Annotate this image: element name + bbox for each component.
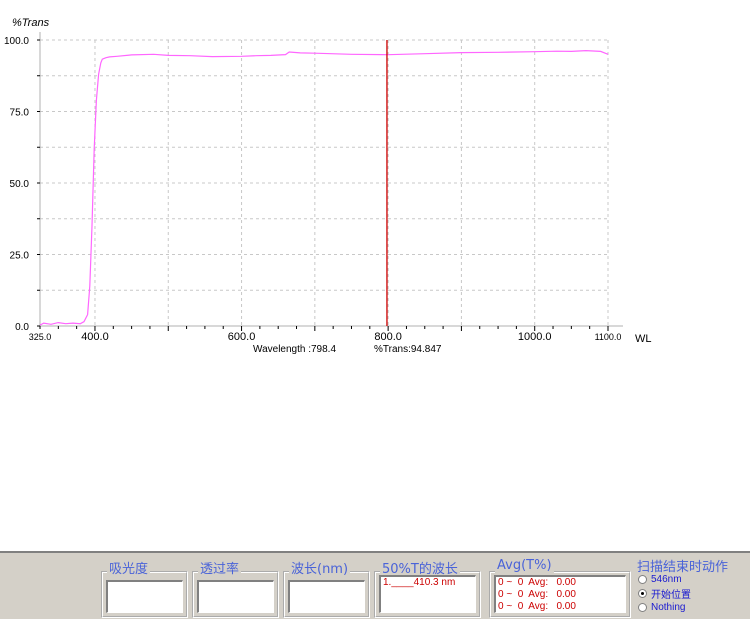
- y-tick-label: 100.0: [4, 36, 29, 47]
- avg-row: 0 ~ 0 Avg: 0.00: [498, 601, 576, 612]
- y-tick-label: 0.0: [15, 322, 29, 333]
- wavelength-readout: Wavelength :798.4: [253, 344, 336, 355]
- series-layer: [39, 49, 609, 326]
- grid-lines: [40, 39, 609, 326]
- avg-row: 0 ~ 0 Avg: 0.00: [498, 589, 576, 600]
- radio-start-position[interactable]: [638, 588, 647, 598]
- avg-title: Avg(T%): [495, 558, 554, 573]
- x-tick-label: 1000.0: [518, 331, 552, 343]
- x-tick-label: 1100.0: [595, 332, 622, 342]
- transmittance-title: 透过率: [198, 558, 242, 577]
- wavelength-value-field: [288, 580, 365, 613]
- measurement-panel: 吸光度 透过率 波长(nm) 50%T的波长 1.____410.3 nm Av…: [0, 551, 750, 619]
- transmittance-value-field: [197, 580, 274, 613]
- absorbance-title: 吸光度: [107, 558, 151, 577]
- y-tick-label: 75.0: [10, 108, 30, 119]
- x-tick-label: 600.0: [228, 331, 256, 343]
- wavelength-title: 波长(nm): [289, 558, 351, 577]
- option-nothing[interactable]: Nothing: [638, 601, 685, 613]
- y-tick-label: 25.0: [10, 251, 30, 262]
- t50-group: 50%T的波长 1.____410.3 nm: [374, 558, 481, 618]
- t50-list[interactable]: 1.____410.3 nm: [379, 575, 476, 613]
- y-axis-label: %Trans: [12, 17, 50, 29]
- absorbance-value-field: [106, 580, 183, 613]
- option-546nm[interactable]: 546nm: [638, 573, 682, 585]
- avg-group: Avg(T%) 0 ~ 0 Avg: 0.00 0 ~ 0 Avg: 0.00 …: [489, 558, 631, 618]
- avg-list[interactable]: 0 ~ 0 Avg: 0.00 0 ~ 0 Avg: 0.00 0 ~ 0 Av…: [494, 575, 626, 613]
- option-label: Nothing: [651, 601, 686, 613]
- spectrum-chart[interactable]: %Trans WL 325.0 400.0 600.0 800.0 1000.0 1100…: [0, 0, 750, 360]
- option-start-position[interactable]: 开始位置: [638, 587, 691, 601]
- plot-axes: [39, 32, 623, 327]
- tick-labels: 325.0 400.0 600.0 800.0 1000.0 1100.0 0.0 25.0 5…: [4, 36, 621, 343]
- x-tick-label: 800.0: [374, 331, 402, 343]
- transmittance-series-line: [39, 49, 609, 326]
- y-tick-label: 50.0: [10, 179, 30, 190]
- radio-546nm[interactable]: [638, 574, 647, 584]
- absorbance-group: 吸光度: [101, 558, 188, 618]
- option-label: 546nm: [651, 573, 682, 585]
- radio-nothing[interactable]: [638, 602, 647, 612]
- x-tick-label: 325.0: [29, 332, 52, 342]
- x-axis-label: WL: [635, 333, 652, 345]
- avg-row: 0 ~ 0 Avg: 0.00: [498, 577, 576, 588]
- trans-readout: %Trans:94.847: [374, 344, 442, 355]
- x-tick-label: 400.0: [81, 331, 109, 343]
- option-label: 开始位置: [651, 589, 691, 601]
- transmittance-group: 透过率: [192, 558, 279, 618]
- t50-row: 1.____410.3 nm: [383, 577, 456, 588]
- wavelength-group: 波长(nm): [283, 558, 370, 618]
